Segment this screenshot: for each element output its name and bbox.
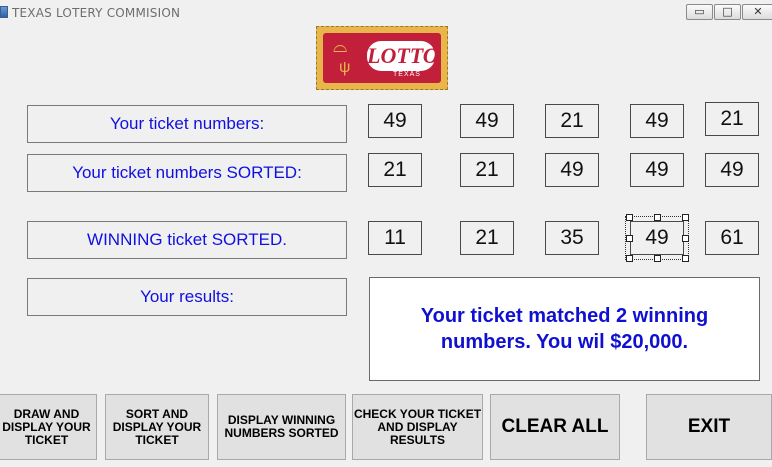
sort-ticket-button[interactable]: SORT AND DISPLAY YOUR TICKET: [105, 394, 209, 460]
resize-handle[interactable]: [682, 214, 689, 221]
winning-number-5: 61: [705, 221, 759, 255]
logo-subtitle: TEXAS: [393, 71, 421, 78]
resize-handle[interactable]: [682, 255, 689, 262]
app-icon: [0, 6, 8, 18]
resize-handle[interactable]: [626, 255, 633, 262]
check-ticket-button[interactable]: CHECK YOUR TICKET AND DISPLAY RESULTS: [352, 394, 483, 460]
resize-handle[interactable]: [626, 214, 633, 221]
lotto-logo: ⌓ ψ LOTTO TEXAS: [316, 26, 448, 90]
logo-panel: ⌓ ψ LOTTO TEXAS: [323, 33, 441, 83]
ticket-numbers-label: Your ticket numbers:: [27, 105, 347, 143]
winning-number-2: 21: [460, 221, 514, 255]
ticket-number-2: 49: [460, 104, 514, 138]
title-bar: TEXAS LOTERY COMMISION ▭ □ ✕: [0, 0, 772, 26]
winning-number-3: 35: [545, 221, 599, 255]
sorted-number-5: 49: [705, 153, 759, 187]
ticket-number-4: 49: [630, 104, 684, 138]
maximize-button[interactable]: □: [714, 4, 741, 20]
sorted-number-1: 21: [368, 153, 422, 187]
ticket-number-5: 21: [705, 102, 759, 136]
resize-handle[interactable]: [654, 214, 661, 221]
cactus-icon: ψ: [339, 59, 351, 76]
sorted-number-4: 49: [630, 153, 684, 187]
sorted-number-3: 49: [545, 153, 599, 187]
window-title: TEXAS LOTERY COMMISION: [12, 6, 181, 20]
exit-button[interactable]: EXIT: [646, 394, 772, 460]
resize-handle[interactable]: [654, 255, 661, 262]
minimize-button[interactable]: ▭: [686, 4, 713, 20]
winning-numbers-label: WINNING ticket SORTED.: [27, 221, 347, 259]
resize-handle[interactable]: [682, 235, 689, 242]
clear-all-button[interactable]: CLEAR ALL: [490, 394, 620, 460]
sorted-number-2: 21: [460, 153, 514, 187]
close-button[interactable]: ✕: [742, 4, 772, 20]
winning-number-4[interactable]: 49: [625, 216, 689, 260]
winning-number-1: 11: [368, 221, 422, 255]
display-winning-button[interactable]: DISPLAY WINNING NUMBERS SORTED: [217, 394, 346, 460]
ticket-number-3: 21: [545, 104, 599, 138]
results-label: Your results:: [27, 278, 347, 316]
sorted-numbers-label: Your ticket numbers SORTED:: [27, 154, 347, 192]
resize-handle[interactable]: [626, 235, 633, 242]
cowboy-hat-icon: ⌓: [333, 36, 348, 56]
ticket-number-1: 49: [368, 104, 422, 138]
logo-word: LOTTO: [367, 41, 439, 71]
results-output: Your ticket matched 2 winning numbers. Y…: [369, 277, 760, 381]
draw-ticket-button[interactable]: DRAW AND DISPLAY YOUR TICKET: [0, 394, 97, 460]
